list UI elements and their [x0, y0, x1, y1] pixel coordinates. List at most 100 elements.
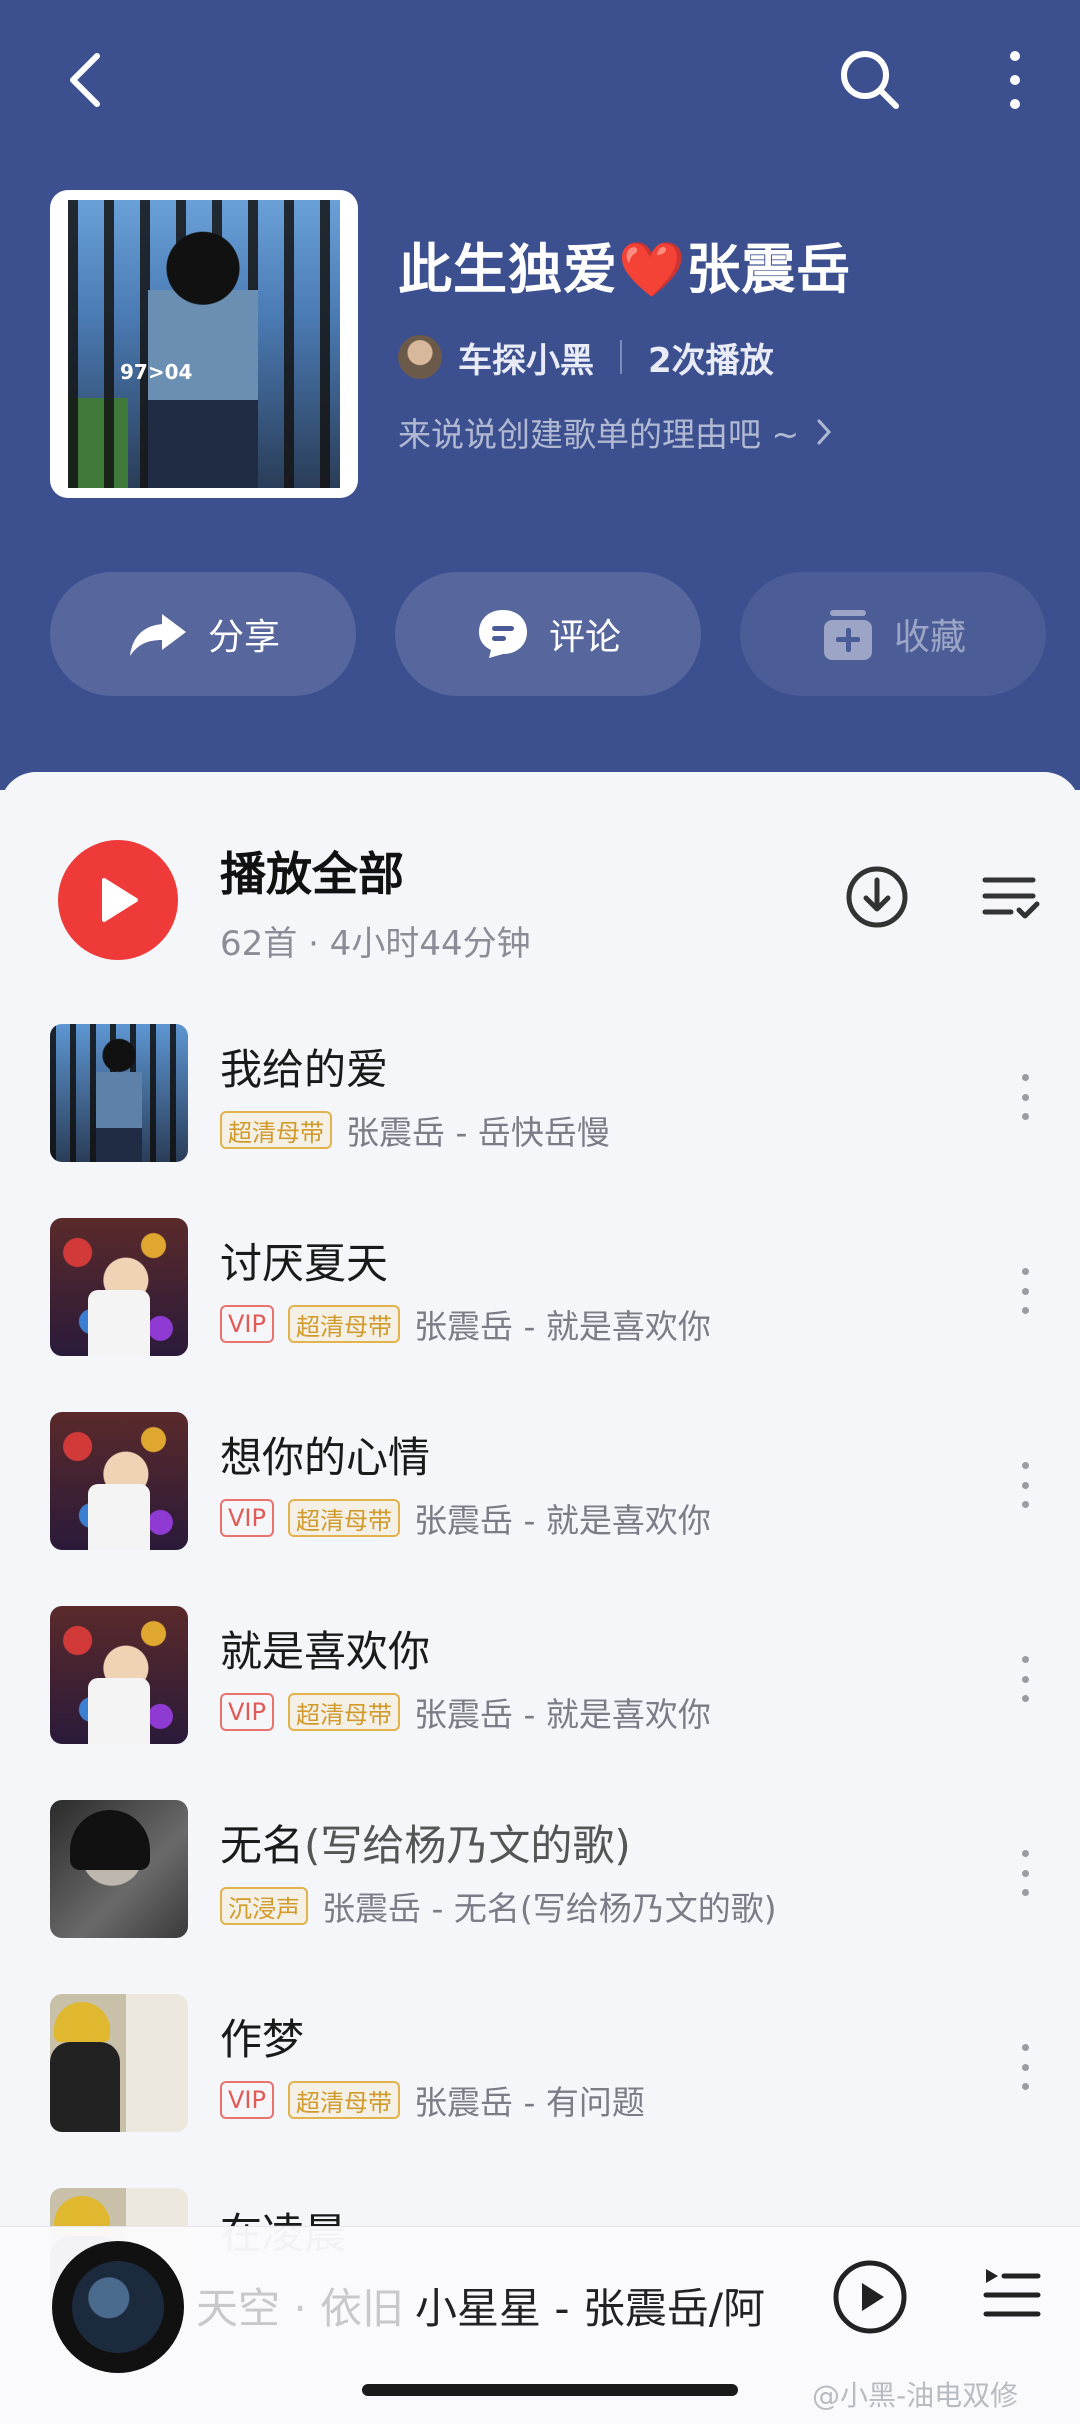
tag-hq-master: 超清母带	[287, 1499, 400, 1537]
song-more-button[interactable]	[1010, 1838, 1040, 1908]
creator-row[interactable]: 车探小黑 2次播放	[398, 330, 774, 384]
avatar[interactable]	[398, 335, 442, 379]
share-label: 分享	[207, 617, 280, 658]
song-title: 就是喜欢你	[220, 1627, 431, 1676]
song-artist-album: 张震岳 - 就是喜欢你	[413, 1307, 711, 1346]
mini-play-button[interactable]	[830, 2257, 910, 2337]
heart-icon: ❤️	[618, 238, 687, 301]
song-title-subtitle: (写给杨乃文的歌)	[304, 1821, 631, 1870]
dot-icon	[1021, 1695, 1029, 1702]
song-artist-album: 张震岳 - 有问题	[413, 2083, 645, 2122]
description-text: 来说说创建歌单的理由吧 ~	[398, 415, 800, 454]
more-menu-button[interactable]	[985, 40, 1045, 120]
song-more-button[interactable]	[1010, 1450, 1040, 1520]
creator-name[interactable]: 车探小黑	[458, 333, 594, 382]
song-title: 讨厌夏天	[220, 1239, 389, 1288]
title-main: 此生独爱	[398, 238, 618, 301]
dot-icon	[1021, 2044, 1029, 2051]
playlist-description[interactable]: 来说说创建歌单的理由吧 ~	[398, 408, 833, 456]
song-meta: 沉浸声 张震岳 - 无名(写给杨乃文的歌)	[220, 1882, 777, 1930]
song-row[interactable]: 想你的心情 VIP 超清母带 张震岳 - 就是喜欢你	[0, 1412, 1080, 1606]
play-count: 2次播放	[648, 340, 774, 381]
tag-vip: VIP	[220, 2081, 274, 2119]
tag-vip: VIP	[220, 1305, 274, 1343]
dot-icon	[1021, 1869, 1029, 1877]
playlist-title: 此生独爱❤️张震岳	[398, 225, 851, 304]
now-playing-title[interactable]: 小星星 - 张震岳/阿	[415, 2275, 765, 2336]
comment-label: 评论	[548, 617, 621, 658]
dot-icon	[1021, 1481, 1029, 1489]
playlist-cover[interactable]: 97>04	[50, 190, 358, 498]
dot-icon	[1021, 1462, 1029, 1469]
dot-icon	[1021, 1093, 1029, 1101]
home-indicator[interactable]	[362, 2384, 738, 2396]
playlist-queue-icon	[983, 2269, 1041, 2317]
chevron-right-icon	[817, 419, 832, 445]
song-row[interactable]: 就是喜欢你 VIP 超清母带 张震岳 - 就是喜欢你	[0, 1606, 1080, 1800]
share-button[interactable]: 分享	[50, 572, 356, 696]
album-art	[72, 2261, 164, 2353]
song-title: 无名(写给杨乃文的歌)	[220, 1812, 631, 1873]
previous-track-text: 天空 · 依旧	[196, 2284, 405, 2333]
song-title-main: 无名	[220, 1821, 305, 1870]
add-collection-icon	[823, 610, 872, 660]
play-all-label[interactable]: 播放全部	[220, 838, 404, 904]
now-playing-disc[interactable]	[52, 2241, 184, 2373]
tag-vip: VIP	[220, 1499, 274, 1537]
tag-hq-master: 超清母带	[220, 1111, 332, 1149]
song-title: 想你的心情	[220, 1433, 431, 1482]
chevron-left-icon	[70, 53, 100, 107]
song-artist-album: 张震岳 - 岳快岳慢	[346, 1113, 610, 1152]
play-circle-icon	[833, 2260, 907, 2334]
back-button[interactable]	[50, 40, 120, 120]
dot-icon	[1021, 2063, 1029, 2071]
song-title: 我给的爱	[220, 1045, 389, 1094]
play-all-button[interactable]	[58, 840, 178, 960]
comment-button[interactable]: 评论	[395, 572, 701, 696]
tag-hq-master: 超清母带	[287, 1693, 400, 1731]
multi-select-button[interactable]	[975, 862, 1045, 932]
watermark: @小黑-油电双修	[812, 2374, 1018, 2414]
dot-icon	[1021, 1268, 1029, 1275]
song-cover	[50, 1800, 188, 1938]
dot-icon	[1021, 1074, 1029, 1081]
favorite-button[interactable]: 收藏	[740, 572, 1046, 696]
song-artist-album: 张震岳 - 就是喜欢你	[413, 1695, 711, 1734]
song-cover	[50, 1024, 188, 1162]
dot-icon	[1021, 1113, 1029, 1120]
queue-button[interactable]	[980, 2263, 1044, 2327]
search-icon	[841, 51, 899, 109]
cover-text: 97>04	[120, 360, 193, 384]
tag-vip: VIP	[220, 1693, 274, 1731]
dot-icon	[1021, 1501, 1029, 1508]
search-button[interactable]	[830, 40, 910, 120]
play-all-meta: 62首 · 4小时44分钟	[220, 924, 531, 964]
song-row[interactable]: 我给的爱 超清母带 张震岳 - 岳快岳慢	[0, 1024, 1080, 1218]
song-row[interactable]: 讨厌夏天 VIP 超清母带 张震岳 - 就是喜欢你	[0, 1218, 1080, 1412]
song-more-button[interactable]	[1010, 1062, 1040, 1132]
play-icon	[102, 878, 138, 922]
song-more-button[interactable]	[1010, 1256, 1040, 1326]
song-more-button[interactable]	[1010, 2032, 1040, 2102]
song-meta: VIP 超清母带 张震岳 - 就是喜欢你	[220, 1688, 711, 1736]
download-button[interactable]	[842, 862, 912, 932]
dot-icon	[1021, 1889, 1029, 1896]
song-cover	[50, 1412, 188, 1550]
playlist-header: 97>04 此生独爱❤️张震岳 车探小黑 2次播放 来说说创建歌单的理由吧 ~ …	[0, 0, 1080, 790]
dot-icon	[1021, 1656, 1029, 1663]
dot-icon	[1021, 2083, 1029, 2090]
dot-icon	[1021, 1287, 1029, 1295]
song-meta: VIP 超清母带 张震岳 - 就是喜欢你	[220, 1494, 711, 1542]
divider	[620, 340, 622, 374]
song-more-button[interactable]	[1010, 1644, 1040, 1714]
dot-icon	[1021, 1850, 1029, 1857]
song-row[interactable]: 作梦 VIP 超清母带 张震岳 - 有问题	[0, 1994, 1080, 2188]
dot-icon	[1021, 1307, 1029, 1314]
comment-icon	[478, 610, 527, 658]
tag-hq-master: 超清母带	[287, 2081, 400, 2119]
song-row[interactable]: 无名(写给杨乃文的歌) 沉浸声 张震岳 - 无名(写给杨乃文的歌)	[0, 1800, 1080, 1994]
favorite-label: 收藏	[893, 617, 966, 658]
song-cover	[50, 1218, 188, 1356]
cover-image: 97>04	[68, 200, 340, 488]
song-cover	[50, 1606, 188, 1744]
